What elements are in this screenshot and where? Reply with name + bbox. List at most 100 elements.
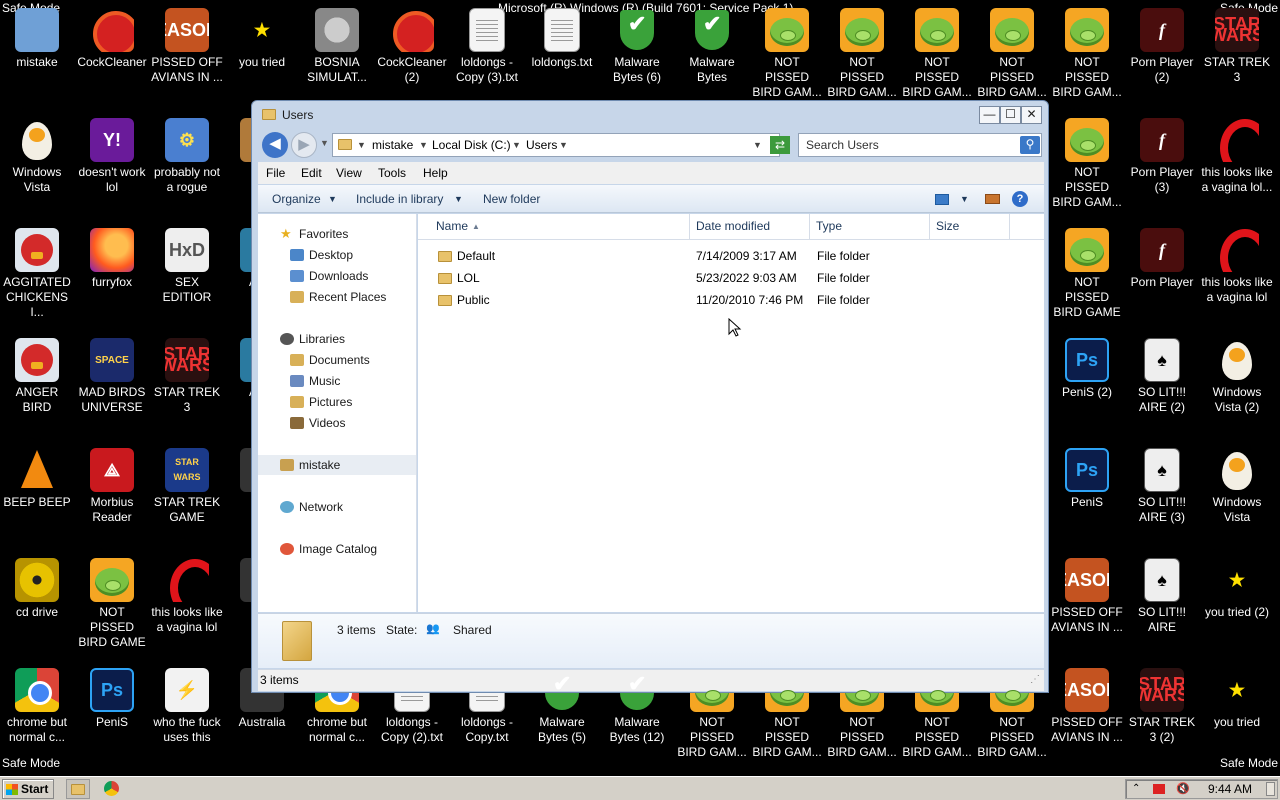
desktop-icon-morbius-reader[interactable]: ⟁ Morbius Reader: [75, 448, 149, 525]
show-desktop-button[interactable]: [1266, 782, 1275, 796]
desktop-icon-cockcleaner-2[interactable]: CockCleaner (2): [375, 8, 449, 85]
breadcrumb-local-disk[interactable]: Local Disk (C:): [432, 134, 511, 156]
show-hidden-icons-icon[interactable]: ⌃: [1132, 780, 1140, 798]
desktop-icon-star-trek-3[interactable]: STAR WARS STAR TREK 3: [150, 338, 224, 415]
desktop-icon-star-trek-game[interactable]: STAR WARS STAR TREK GAME: [150, 448, 224, 525]
menu-view[interactable]: View: [336, 166, 362, 180]
include-in-library-button[interactable]: Include in library: [356, 192, 443, 206]
back-arrow-icon[interactable]: ◀: [262, 132, 288, 158]
desktop-icon-solitaire[interactable]: ♠ SO LIT!!! AIRE: [1125, 558, 1199, 635]
chevron-down-icon[interactable]: ▼: [357, 134, 366, 156]
desktop-icon-penis[interactable]: Ps PeniS: [75, 668, 149, 730]
address-bar[interactable]: ▼ mistake ▼ Local Disk (C:) ▼ Users ▼ ▼: [332, 133, 780, 157]
desktop-icon-porn-player[interactable]: f Porn Player: [1125, 228, 1199, 290]
desktop-icon-porn-player-2[interactable]: f Porn Player (2): [1125, 8, 1199, 85]
file-row[interactable]: Public 11/20/2010 7:46 PM File folder: [418, 289, 1044, 311]
desktop-icon-loldongs-copy-3[interactable]: loldongs - Copy (3).txt: [450, 8, 524, 85]
desktop-icon-opera[interactable]: this looks like a vagina lol...: [1200, 118, 1274, 195]
menu-file[interactable]: File: [266, 166, 285, 180]
desktop-icon-agitated-chickens[interactable]: AGGITATED CHICKENS I...: [0, 228, 74, 320]
new-folder-button[interactable]: New folder: [483, 192, 540, 206]
chevron-down-icon[interactable]: ▼: [512, 134, 521, 156]
desktop-icon-who-uses-this[interactable]: ⚡ who the fuck uses this: [150, 668, 224, 745]
desktop-icon-not-pissed-bird-game[interactable]: NOT PISSED BIRD GAME: [75, 558, 149, 650]
desktop-icon-you-tried[interactable]: ★ you tried: [1200, 668, 1274, 730]
desktop-icon-star-trek-3[interactable]: STAR WARS STAR TREK 3: [1200, 8, 1274, 85]
desktop-icon-solitaire-2[interactable]: ♠ SO LIT!!! AIRE (2): [1125, 338, 1199, 415]
desktop-icon-penis-2[interactable]: Ps PeniS (2): [1050, 338, 1124, 400]
desktop-icon-penis[interactable]: Ps PeniS: [1050, 448, 1124, 510]
desktop-icon-not-pissed-bird[interactable]: NOT PISSED BIRD GAM...: [1050, 118, 1124, 210]
desktop-icon-not-pissed-bird-game[interactable]: NOT PISSED BIRD GAME: [1050, 228, 1124, 320]
column-header-type[interactable]: Type: [810, 214, 930, 239]
desktop-icon-chrome[interactable]: chrome but normal c...: [0, 668, 74, 745]
desktop-icon-windows-vista-2[interactable]: Windows Vista (2): [1200, 338, 1274, 415]
menu-tools[interactable]: Tools: [378, 166, 406, 180]
desktop-icon-not-pissed-bird[interactable]: NOT PISSED BIRD GAM...: [900, 8, 974, 100]
file-row[interactable]: LOL 5/23/2022 9:03 AM File folder: [418, 267, 1044, 289]
desktop-icon-sex-editior[interactable]: HxD SEX EDITIOR: [150, 228, 224, 305]
desktop-icon-not-pissed-bird[interactable]: NOT PISSED BIRD GAM...: [750, 8, 824, 100]
file-row[interactable]: Default 7/14/2009 3:17 AM File folder: [418, 245, 1044, 267]
chevron-down-icon[interactable]: ▼: [454, 194, 463, 204]
desktop-icon-cockcleaner[interactable]: CockCleaner: [75, 8, 149, 70]
volume-muted-icon[interactable]: 🔇: [1176, 780, 1190, 798]
chrome-taskbar-icon[interactable]: [104, 781, 119, 796]
menu-help[interactable]: Help: [423, 166, 448, 180]
desktop-icon-porn-player-3[interactable]: f Porn Player (3): [1125, 118, 1199, 195]
search-input[interactable]: Search Users: [798, 133, 1042, 157]
maximize-button[interactable]: ☐: [1000, 106, 1021, 124]
desktop-icon-malware-bytes-6[interactable]: Malware Bytes (6): [600, 8, 674, 85]
desktop-icon-windows-vista[interactable]: Windows Vista: [0, 118, 74, 195]
menu-edit[interactable]: Edit: [301, 166, 322, 180]
desktop-icon-opera[interactable]: this looks like a vagina lol: [1200, 228, 1274, 305]
desktop-icon-not-pissed-bird[interactable]: NOT PISSED BIRD GAM...: [975, 8, 1049, 100]
refresh-icon[interactable]: ⇄: [770, 136, 790, 154]
desktop-icon-loldongs[interactable]: loldongs.txt: [525, 8, 599, 70]
explorer-taskbar-button[interactable]: [66, 779, 90, 799]
view-options-icon[interactable]: [935, 194, 949, 205]
chevron-down-icon[interactable]: ▼: [419, 134, 428, 156]
desktop-icon-probably-not-a-rogue[interactable]: ⚙ probably not a rogue: [150, 118, 224, 195]
desktop-icon-star-trek-3-2[interactable]: STAR WARS STAR TREK 3 (2): [1125, 668, 1199, 745]
desktop-icon-mad-birds-universe[interactable]: SPACE MAD BIRDS UNIVERSE: [75, 338, 149, 415]
desktop-icon-bosnia-simulator[interactable]: BOSNIA SIMULAT...: [300, 8, 374, 85]
desktop-icon-malware-bytes[interactable]: Malware Bytes: [675, 8, 749, 85]
desktop-icon-not-pissed-bird[interactable]: NOT PISSED BIRD GAM...: [825, 8, 899, 100]
window-titlebar[interactable]: Users — ☐ ✕: [252, 101, 1048, 129]
desktop-icon-you-tried-2[interactable]: ★ you tried (2): [1200, 558, 1274, 620]
desktop-icon-mistake[interactable]: mistake: [0, 8, 74, 70]
chevron-down-icon[interactable]: ▼: [328, 194, 337, 204]
desktop-icon-doesnt-work[interactable]: Y! doesn't work lol: [75, 118, 149, 195]
minimize-button[interactable]: —: [979, 106, 1000, 124]
action-center-icon[interactable]: [1153, 784, 1165, 794]
resize-grip-icon[interactable]: ⋰: [1030, 670, 1040, 690]
nav-user-mistake[interactable]: mistake: [258, 455, 416, 475]
desktop-icon-pissed-off-avians[interactable]: SEASONSPISSED OFF AVIANS IN ...: [1050, 558, 1124, 635]
search-icon[interactable]: ⚲: [1020, 136, 1040, 154]
clock[interactable]: 9:44 AM: [1208, 780, 1252, 798]
chevron-down-icon[interactable]: ▼: [559, 134, 568, 156]
chevron-down-icon[interactable]: ▼: [960, 194, 969, 204]
explorer-window[interactable]: Users — ☐ ✕ ◀ ▶ ▼ ▼ mistake ▼ Local Disk…: [251, 100, 1049, 693]
help-icon[interactable]: ?: [1012, 191, 1028, 207]
recent-pages-chevron-icon[interactable]: ▼: [320, 138, 329, 148]
start-button[interactable]: Start: [2, 779, 54, 799]
column-header-name[interactable]: Name ▲: [418, 214, 690, 239]
desktop-icon-anger-bird[interactable]: ANGER BIRD: [0, 338, 74, 415]
desktop-icon-windows-vista[interactable]: Windows Vista: [1200, 448, 1274, 525]
desktop-icon-you-tried[interactable]: ★ you tried: [225, 8, 299, 70]
desktop-icon-solitaire-3[interactable]: ♠ SO LIT!!! AIRE (3): [1125, 448, 1199, 525]
desktop-icon-pissed-off-avians[interactable]: SEASONSPISSED OFF AVIANS IN ...: [150, 8, 224, 85]
breadcrumb-mistake[interactable]: mistake: [372, 134, 413, 156]
breadcrumb-users[interactable]: Users: [526, 134, 557, 156]
desktop-icon-furryfox[interactable]: furryfox: [75, 228, 149, 290]
desktop-icon-not-pissed-bird[interactable]: NOT PISSED BIRD GAM...: [1050, 8, 1124, 100]
address-history-chevron-icon[interactable]: ▼: [753, 134, 762, 156]
desktop-icon-pissed-off-avians[interactable]: SEASONSPISSED OFF AVIANS IN ...: [1050, 668, 1124, 745]
preview-pane-icon[interactable]: [985, 194, 1000, 204]
forward-arrow-icon[interactable]: ▶: [291, 132, 317, 158]
organize-button[interactable]: Organize: [272, 192, 321, 206]
desktop-icon-beep-beep[interactable]: BEEP BEEP: [0, 448, 74, 510]
column-header-date[interactable]: Date modified: [690, 214, 810, 239]
